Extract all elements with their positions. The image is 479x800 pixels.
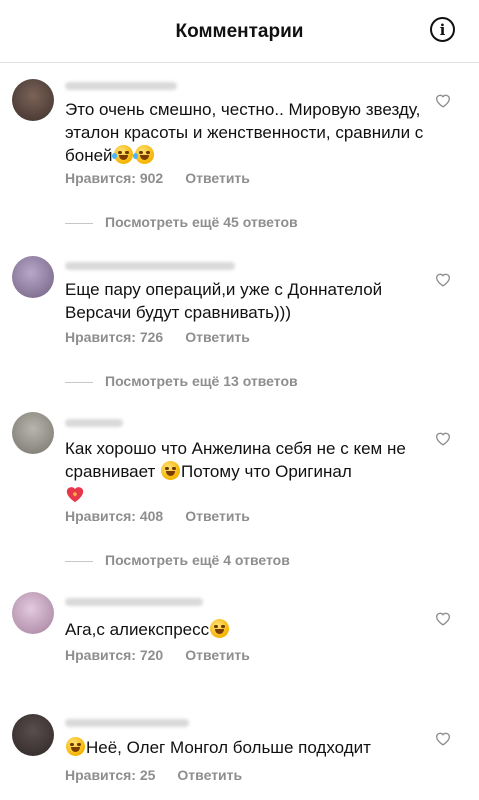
view-more-replies-label[interactable]: Посмотреть ещё 45 ответов xyxy=(105,214,298,230)
comment-meta: Нравится: 726 Ответить xyxy=(65,329,250,345)
info-icon[interactable]: i xyxy=(430,17,455,42)
reply-button[interactable]: Ответить xyxy=(185,170,250,186)
view-more-replies-label[interactable]: Посмотреть ещё 13 ответов xyxy=(105,373,298,389)
tears-of-joy-emoji xyxy=(210,619,230,638)
likes-count: Нравится: 408 xyxy=(65,508,164,524)
comment-meta: Нравится: 25 Ответить xyxy=(65,767,242,783)
rofl-emoji xyxy=(111,145,133,164)
replies-divider-line xyxy=(65,560,93,562)
comment-text: Неё, Олег Монгол больше подходит xyxy=(65,736,425,759)
avatar[interactable] xyxy=(12,412,54,454)
comment-text-body: Неё, Олег Монгол больше подходит xyxy=(86,738,371,757)
comment-text: Ага,с алиекспресс xyxy=(65,618,425,641)
header: Комментарии i xyxy=(0,0,479,63)
comment-text: Еще пару операций,и уже с Доннателой Вер… xyxy=(65,280,383,322)
comment-meta: Нравится: 720 Ответить xyxy=(65,647,250,663)
page-title: Комментарии xyxy=(175,21,304,42)
likes-count: Нравится: 726 xyxy=(65,329,164,345)
view-more-replies-label[interactable]: Посмотреть ещё 4 ответов xyxy=(105,552,290,568)
avatar[interactable] xyxy=(12,79,54,121)
avatar[interactable] xyxy=(12,592,54,634)
username[interactable] xyxy=(65,82,177,90)
view-more-replies[interactable]: Посмотреть ещё 4 ответов xyxy=(65,552,290,568)
reply-button[interactable]: Ответить xyxy=(185,508,250,524)
comment-meta: Нравится: 902 Ответить xyxy=(65,170,250,186)
tears-of-joy-emoji xyxy=(66,737,85,756)
comment-text-tail: Потому что Оригинал xyxy=(181,462,352,481)
tears-of-joy-emoji xyxy=(161,461,181,480)
like-heart-icon[interactable] xyxy=(435,431,451,446)
heart-on-fire-emoji xyxy=(66,487,84,503)
reply-button[interactable]: Ответить xyxy=(185,329,250,345)
avatar[interactable] xyxy=(12,256,54,298)
view-more-replies[interactable]: Посмотреть ещё 13 ответов xyxy=(65,373,298,389)
comment-text-body: Ага,с алиекспресс xyxy=(65,620,210,639)
likes-count: Нравится: 25 xyxy=(65,767,156,783)
reply-button[interactable]: Ответить xyxy=(177,767,242,783)
avatar[interactable] xyxy=(12,714,54,756)
like-heart-icon[interactable] xyxy=(435,93,451,108)
like-heart-icon[interactable] xyxy=(435,731,451,746)
username[interactable] xyxy=(65,598,203,606)
rofl-emoji xyxy=(132,145,154,164)
reply-button[interactable]: Ответить xyxy=(185,647,250,663)
replies-divider-line xyxy=(65,381,93,383)
like-heart-icon[interactable] xyxy=(435,611,451,626)
like-heart-icon[interactable] xyxy=(435,272,451,287)
username[interactable] xyxy=(65,719,189,727)
likes-count: Нравится: 902 xyxy=(65,170,164,186)
replies-divider-line xyxy=(65,222,93,224)
comment-text: Это очень смешно, честно.. Мировую звезд… xyxy=(65,98,425,167)
comment-text: Как хорошо что Анжелина себя не с кем не… xyxy=(65,437,425,506)
view-more-replies[interactable]: Посмотреть ещё 45 ответов xyxy=(65,214,298,230)
username[interactable] xyxy=(65,419,123,427)
comment-meta: Нравится: 408 Ответить xyxy=(65,508,250,524)
likes-count: Нравится: 720 xyxy=(65,647,164,663)
username[interactable] xyxy=(65,262,235,270)
